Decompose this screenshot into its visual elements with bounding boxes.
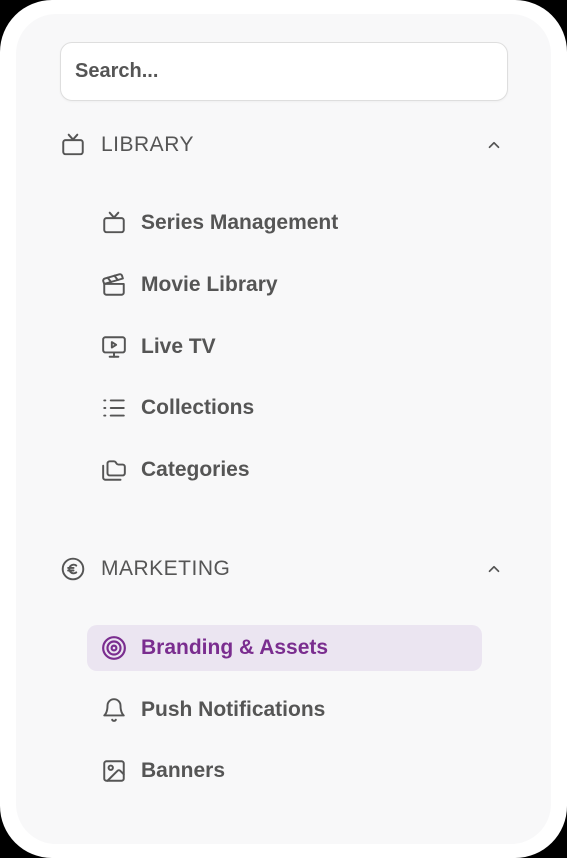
- chevron-up-icon[interactable]: [484, 135, 504, 155]
- sidebar-item-label: Collections: [141, 396, 255, 419]
- sidebar-item-label: Categories: [141, 458, 250, 481]
- sidebar-item-label: Branding & Assets: [141, 636, 329, 659]
- sidebar-item-label: Series Management: [141, 211, 339, 234]
- sidebar-item-series-management[interactable]: Series Management: [87, 200, 482, 246]
- section-label-library: LIBRARY: [101, 133, 194, 156]
- monitor-play-icon: [101, 334, 127, 360]
- bell-icon: [101, 697, 127, 723]
- target-icon: [101, 635, 127, 661]
- image-icon: [101, 758, 127, 784]
- sidebar-item-collections[interactable]: Collections: [87, 385, 482, 431]
- sidebar-item-label: Movie Library: [141, 273, 278, 296]
- sidebar-item-label: Live TV: [141, 335, 216, 358]
- sidebar-panel: LIBRARY Series Management Movie Library: [0, 0, 567, 858]
- section-header-marketing[interactable]: MARKETING: [60, 549, 508, 589]
- sidebar-item-live-tv[interactable]: Live TV: [87, 324, 482, 370]
- sidebar-item-label: Banners: [141, 759, 226, 782]
- sidebar-item-label: Push Notifications: [141, 698, 326, 721]
- tv-icon: [60, 132, 86, 158]
- euro-circle-icon: [60, 556, 86, 582]
- chevron-up-icon[interactable]: [484, 559, 504, 579]
- sidebar-item-banners[interactable]: Banners: [87, 748, 482, 794]
- section-header-library[interactable]: LIBRARY: [60, 125, 508, 165]
- sidebar-item-movie-library[interactable]: Movie Library: [87, 262, 482, 308]
- sidebar-item-push-notifications[interactable]: Push Notifications: [87, 687, 482, 733]
- sidebar-item-branding-assets[interactable]: Branding & Assets: [87, 625, 482, 671]
- clapperboard-icon: [101, 272, 127, 298]
- list-icon: [101, 395, 127, 421]
- sidebar-item-categories[interactable]: Categories: [87, 447, 482, 493]
- tv-icon: [101, 210, 127, 236]
- search-input[interactable]: [60, 42, 508, 101]
- section-label-marketing: MARKETING: [101, 557, 231, 580]
- folders-icon: [101, 457, 127, 483]
